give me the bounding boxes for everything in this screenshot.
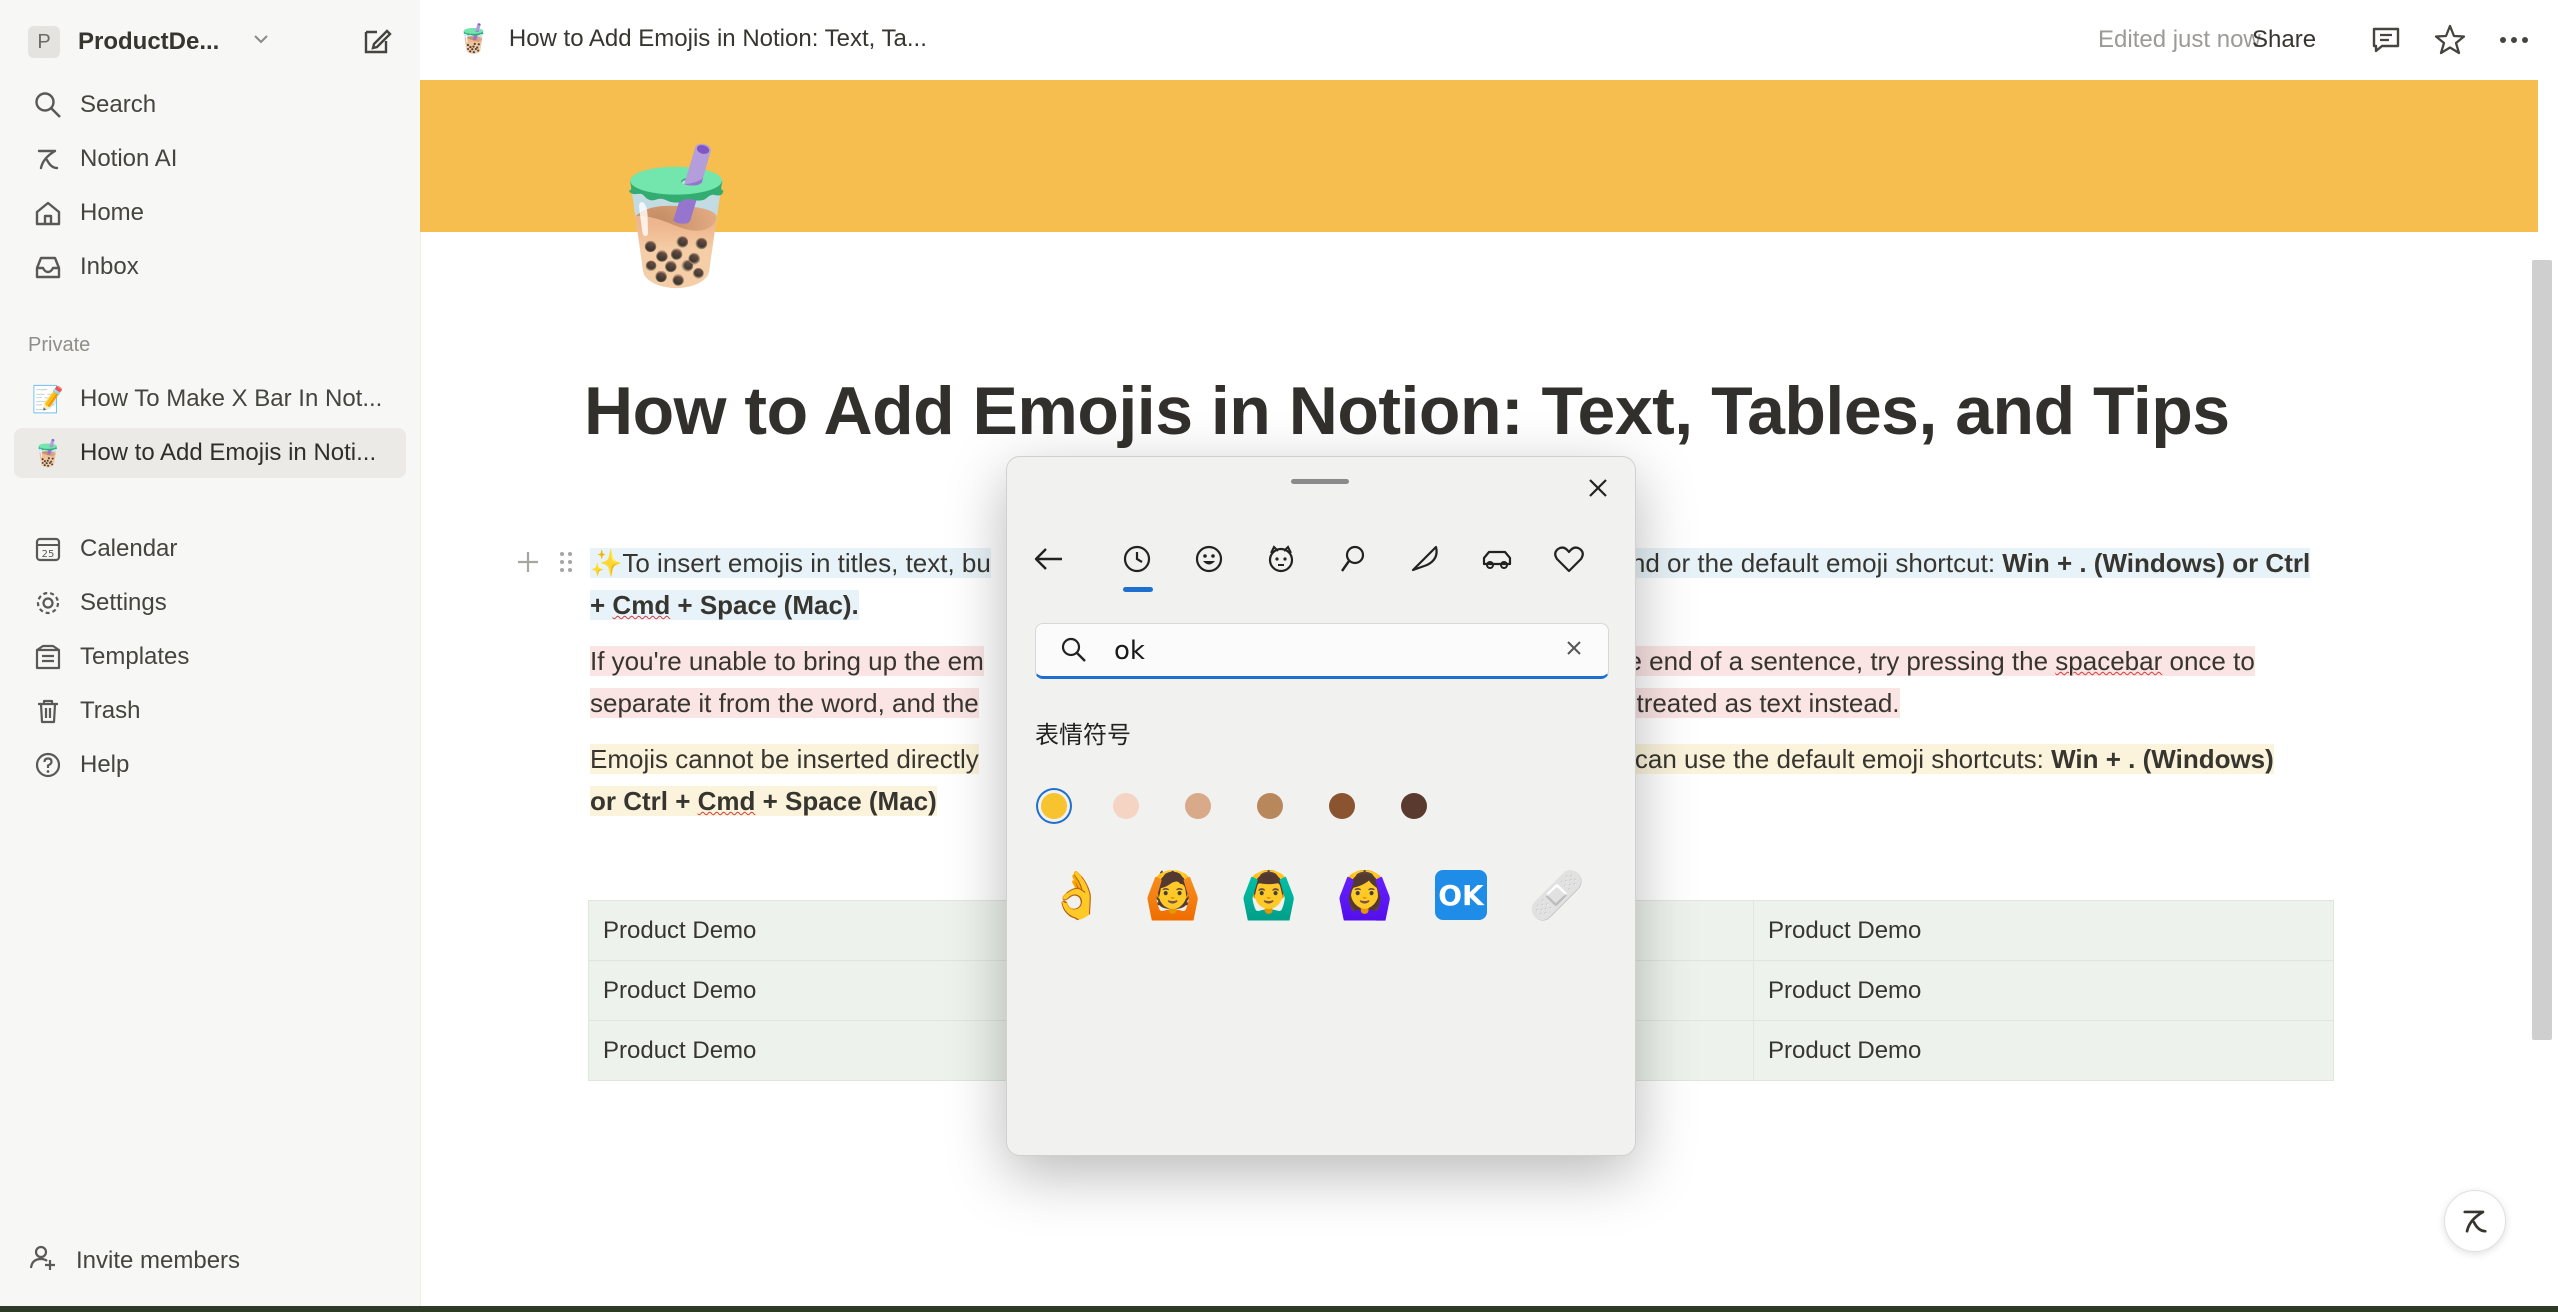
sidebar-page-x-bar[interactable]: 📝 How To Make X Bar In Not...: [14, 374, 406, 424]
notion-ai-icon: [2463, 1210, 2487, 1233]
symbols-icon[interactable]: [1333, 537, 1373, 581]
skin-tone-medium[interactable]: [1257, 793, 1283, 819]
breadcrumb-title: How to Add Emojis in Notion: Text, Ta...: [508, 24, 927, 52]
comments-icon[interactable]: [2368, 22, 2404, 58]
sidebar-item-label: Inbox: [80, 253, 139, 280]
block-handles: [514, 548, 576, 581]
bubble-tea-emoji-icon: 🧋: [31, 438, 65, 468]
table-cell[interactable]: Product Demo: [1753, 1020, 2334, 1081]
search-icon: [30, 87, 66, 123]
ok-button-label: OK: [1435, 870, 1487, 920]
emoji-section-heading: 表情符号: [1035, 721, 1131, 749]
workspace-avatar: P: [28, 26, 60, 58]
trash-icon: [30, 693, 66, 729]
picker-drag-handle[interactable]: [1291, 479, 1349, 484]
skin-tone-light[interactable]: [1113, 793, 1139, 819]
bubble-tea-emoji-icon: 🧋: [456, 23, 491, 54]
new-page-icon[interactable]: [360, 24, 394, 63]
emoji-search-input[interactable]: [1112, 632, 1536, 670]
sidebar-item-trash[interactable]: Trash: [14, 686, 406, 736]
share-button[interactable]: Share: [2252, 26, 2316, 54]
recent-icon[interactable]: [1117, 537, 1157, 581]
skin-tone-medium-light[interactable]: [1185, 793, 1211, 819]
page-icon-bubble-tea[interactable]: 🧋: [594, 150, 758, 282]
sidebar-item-label: Search: [80, 91, 157, 118]
emoji-ok-button[interactable]: OK: [1431, 865, 1491, 925]
home-icon: [30, 195, 66, 231]
close-icon[interactable]: [1581, 471, 1615, 505]
food-icon[interactable]: [1405, 537, 1445, 581]
sidebar-item-label: Settings: [80, 589, 167, 616]
kaomoji-icon[interactable]: [1261, 537, 1301, 581]
taskbar-edge: [0, 1306, 2558, 1312]
sidebar-item-label: Calendar: [80, 535, 178, 562]
invite-members-button[interactable]: Invite members: [28, 1242, 240, 1279]
smiley-icon[interactable]: [1189, 537, 1229, 581]
page-scrollbar[interactable]: [2532, 260, 2552, 1040]
emoji-man-gesturing-ok[interactable]: 🙆‍♂️: [1239, 865, 1299, 925]
emoji-adhesive-bandage[interactable]: 🩹: [1527, 865, 1587, 925]
heart-icon[interactable]: [1549, 537, 1589, 581]
sidebar-item-calendar[interactable]: 25 Calendar: [14, 524, 406, 574]
chevron-down-icon[interactable]: [250, 28, 272, 56]
section-label-private[interactable]: Private: [28, 334, 90, 357]
sidebar-item-settings[interactable]: Settings: [14, 578, 406, 628]
sidebar-item-label: Home: [80, 199, 145, 226]
notion-ai-icon: [30, 141, 66, 177]
invite-members-label: Invite members: [76, 1246, 241, 1274]
edited-status: Edited just now: [2098, 26, 2261, 53]
gear-icon: [30, 585, 66, 621]
inbox-icon: [30, 249, 66, 285]
sparkles-emoji-icon: ✨: [590, 548, 623, 578]
star-icon[interactable]: [2432, 22, 2468, 58]
sidebar-item-label: Templates: [80, 643, 190, 670]
skin-tone-default[interactable]: [1041, 793, 1067, 819]
add-block-icon[interactable]: [514, 548, 542, 581]
sidebar-item-label: Notion AI: [80, 145, 178, 172]
active-category-indicator: [1123, 587, 1153, 592]
emoji-search-field[interactable]: [1035, 623, 1609, 679]
emoji-ok-hand[interactable]: 👌: [1047, 865, 1107, 925]
table-cell[interactable]: Product Demo: [1753, 900, 2334, 961]
notion-ai-button[interactable]: [2444, 1190, 2506, 1252]
memo-emoji-icon: 📝: [31, 384, 65, 414]
sidebar: P ProductDe... Search Notion AI Home Inb…: [0, 0, 421, 1312]
emoji-person-gesturing-ok[interactable]: 🙆: [1143, 865, 1203, 925]
sidebar-item-home[interactable]: Home: [14, 188, 406, 238]
help-icon: [30, 747, 66, 783]
page-title[interactable]: How to Add Emojis in Notion: Text, Table…: [584, 372, 2230, 450]
sidebar-item-label: How to Add Emojis in Noti...: [80, 439, 377, 466]
sidebar-item-help[interactable]: Help: [14, 740, 406, 790]
more-options-icon[interactable]: [2496, 22, 2532, 58]
add-user-icon: [28, 1242, 58, 1279]
table-cell[interactable]: Product Demo: [1753, 960, 2334, 1021]
clear-search-icon[interactable]: [1562, 636, 1586, 665]
car-icon[interactable]: [1477, 537, 1517, 581]
topbar: 🧋 How to Add Emojis in Notion: Text, Ta.…: [420, 0, 2558, 80]
sidebar-item-label: Help: [80, 751, 130, 778]
calendar-icon: 25: [30, 531, 66, 567]
sidebar-item-label: How To Make X Bar In Not...: [80, 385, 383, 412]
emoji-picker: 表情符号 👌 🙆 🙆‍♂️ 🙆‍♀️ OK 🩹: [1006, 456, 1636, 1156]
sidebar-item-templates[interactable]: Templates: [14, 632, 406, 682]
emoji-woman-gesturing-ok[interactable]: 🙆‍♀️: [1335, 865, 1395, 925]
sidebar-item-inbox[interactable]: Inbox: [14, 242, 406, 292]
sidebar-item-notion-ai[interactable]: Notion AI: [14, 134, 406, 184]
skin-tone-dark[interactable]: [1401, 793, 1427, 819]
search-icon: [1060, 636, 1088, 669]
drag-handle-icon[interactable]: [556, 548, 576, 581]
workspace-switcher[interactable]: P ProductDe...: [28, 22, 408, 62]
workspace-name: ProductDe...: [78, 28, 220, 55]
sidebar-item-label: Trash: [80, 697, 141, 724]
skin-tone-medium-dark[interactable]: [1329, 793, 1355, 819]
breadcrumb[interactable]: 🧋 How to Add Emojis in Notion: Text, Ta.…: [456, 22, 927, 55]
templates-icon: [30, 639, 66, 675]
svg-text:25: 25: [42, 549, 55, 560]
back-arrow-icon[interactable]: [1029, 537, 1069, 581]
sidebar-page-add-emojis[interactable]: 🧋 How to Add Emojis in Noti...: [14, 428, 406, 478]
sidebar-item-search[interactable]: Search: [14, 80, 406, 130]
